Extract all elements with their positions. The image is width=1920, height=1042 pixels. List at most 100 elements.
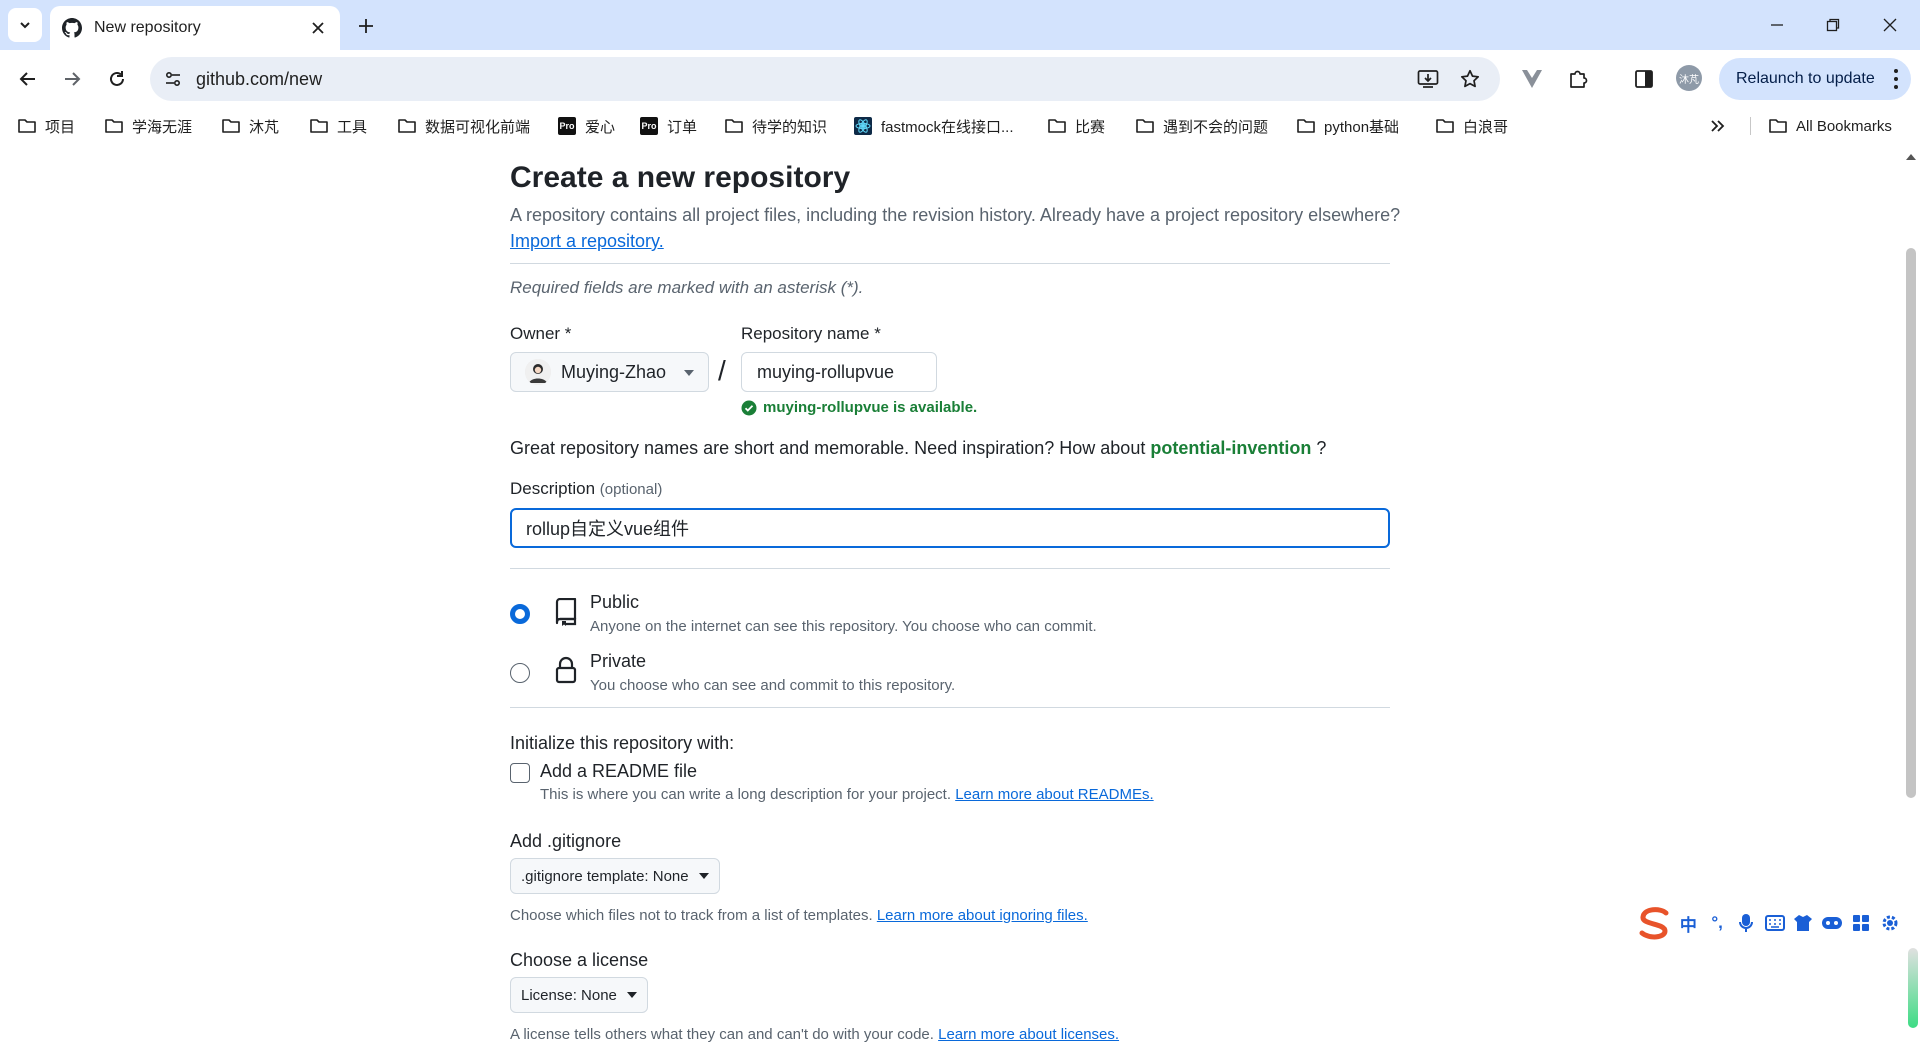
restore-button[interactable] — [1816, 10, 1850, 40]
keyboard-icon[interactable] — [1760, 909, 1789, 937]
relaunch-label: Relaunch to update — [1736, 70, 1875, 87]
tab-search-button[interactable] — [8, 8, 42, 42]
bookmark-item[interactable]: fastmock在线接口... — [854, 115, 1014, 137]
plus-icon — [359, 19, 373, 33]
reload-icon — [110, 71, 124, 86]
bookmark-item[interactable]: 学海无涯 — [105, 115, 192, 137]
bookmark-item[interactable]: 项目 — [18, 115, 75, 137]
extensions-button[interactable] — [1564, 64, 1594, 94]
license-select-value: License: None — [521, 986, 617, 1004]
close-icon — [312, 22, 324, 34]
private-title[interactable]: Private — [590, 651, 646, 672]
sogou-logo-icon[interactable] — [1636, 904, 1674, 942]
learn-more-licenses-link[interactable]: Learn more about licenses. — [938, 1026, 1119, 1042]
browser-toolbar: github.com/new 沐芃 Relaunch to update — [0, 50, 1920, 108]
new-tab-button[interactable] — [352, 12, 380, 40]
vue-devtools-extension[interactable] — [1517, 64, 1547, 94]
settings-icon[interactable] — [1875, 909, 1904, 937]
install-app-button[interactable] — [1414, 65, 1442, 93]
add-readme-checkbox[interactable] — [510, 763, 530, 783]
bookmark-star-button[interactable] — [1456, 65, 1484, 93]
bookmark-item[interactable]: 数据可视化前端 — [398, 115, 530, 137]
avatar-icon — [525, 359, 551, 385]
site-info-button[interactable] — [160, 66, 186, 92]
bookmarks-overflow-button[interactable] — [1710, 115, 1726, 137]
shirt-icon[interactable] — [1789, 909, 1818, 937]
reload-button[interactable] — [101, 63, 133, 95]
ime-punctuation[interactable]: °, — [1703, 909, 1732, 937]
pro-icon: Pro — [558, 117, 576, 135]
public-description: Anyone on the internet can see this repo… — [590, 618, 1097, 635]
bookmark-item[interactable]: 白浪哥 — [1436, 115, 1508, 137]
page-title: Create a new repository — [510, 161, 851, 194]
learn-more-ignoring-link[interactable]: Learn more about ignoring files. — [877, 907, 1088, 924]
owner-avatar — [525, 359, 551, 385]
address-bar[interactable]: github.com/new — [150, 57, 1500, 101]
url-text[interactable]: github.com/new — [196, 69, 322, 90]
bookmark-item[interactable]: 待学的知识 — [725, 115, 827, 137]
minimize-button[interactable] — [1760, 10, 1794, 40]
bookmark-item[interactable]: 沐芃 — [222, 115, 279, 137]
bookmark-label: 项目 — [45, 118, 76, 136]
github-logo-icon — [62, 18, 82, 38]
readme-description: This is where you can write a long descr… — [540, 786, 1154, 803]
back-button[interactable] — [12, 63, 44, 95]
bookmark-label: 数据可视化前端 — [425, 118, 531, 136]
tab-close-button[interactable] — [308, 18, 328, 38]
license-select[interactable]: License: None — [510, 977, 648, 1013]
folder-icon — [1048, 119, 1066, 133]
public-radio[interactable] — [510, 604, 530, 624]
pro-icon: Pro — [640, 117, 658, 135]
tab-new-repository[interactable]: New repository — [50, 6, 340, 50]
apps-icon[interactable] — [1847, 909, 1876, 937]
all-bookmarks-button[interactable]: All Bookmarks — [1769, 115, 1892, 137]
scroll-up-arrow-icon[interactable] — [1906, 154, 1916, 160]
arrow-left-icon — [19, 72, 35, 86]
star-icon — [1460, 69, 1480, 88]
name-inspiration: Great repository names are short and mem… — [510, 438, 1326, 459]
ime-chinese-mode[interactable]: 中 — [1674, 909, 1703, 937]
optional-tag: (optional) — [599, 481, 663, 498]
add-readme-label[interactable]: Add a README file — [540, 761, 697, 782]
bookmark-label: fastmock在线接口... — [881, 118, 1014, 136]
caret-down-icon — [698, 873, 709, 879]
public-title[interactable]: Public — [590, 592, 639, 613]
ime-level-indicator — [1908, 948, 1918, 1028]
bookmark-item[interactable]: 遇到不会的问题 — [1136, 115, 1268, 137]
repository-name-input[interactable] — [741, 352, 937, 392]
scroll-thumb[interactable] — [1906, 248, 1916, 798]
bookmark-item[interactable]: Pro 订单 — [640, 115, 697, 137]
bookmarks-divider — [1750, 117, 1751, 135]
bookmark-item[interactable]: 比赛 — [1048, 115, 1105, 137]
owner-dropdown[interactable]: Muying-Zhao — [510, 352, 709, 392]
bookmark-item[interactable]: python基础 — [1297, 115, 1399, 137]
arrow-right-icon — [65, 72, 81, 86]
profile-avatar[interactable]: 沐芃 — [1676, 65, 1702, 91]
lock-icon — [552, 655, 580, 685]
relaunch-to-update-button[interactable]: Relaunch to update — [1719, 58, 1911, 100]
import-repository-link[interactable]: Import a repository. — [510, 231, 664, 252]
fastmock-icon — [854, 117, 872, 135]
suggested-name[interactable]: potential-invention — [1150, 438, 1311, 458]
forward-button[interactable] — [56, 63, 88, 95]
bookmark-label: 待学的知识 — [752, 118, 828, 136]
folder-icon — [222, 119, 240, 133]
side-panel-button[interactable] — [1629, 64, 1659, 94]
gamepad-icon[interactable] — [1818, 909, 1847, 937]
private-radio[interactable] — [510, 663, 530, 683]
mic-icon[interactable] — [1732, 909, 1761, 937]
double-chevron-right-icon — [1711, 120, 1725, 132]
page-scrollbar[interactable] — [1902, 148, 1920, 1042]
bookmark-label: 比赛 — [1075, 118, 1106, 136]
availability-text: muying-rollupvue is available. — [763, 399, 978, 416]
bookmark-item[interactable]: Pro 爱心 — [558, 115, 615, 137]
gitignore-template-select[interactable]: .gitignore template: None — [510, 858, 720, 894]
close-window-button[interactable] — [1873, 10, 1907, 40]
folder-icon — [1436, 119, 1454, 133]
description-input[interactable] — [510, 508, 1390, 548]
bookmark-item[interactable]: 工具 — [310, 115, 367, 137]
bookmark-label: python基础 — [1324, 118, 1400, 136]
bookmark-label: 爱心 — [585, 118, 616, 136]
tab-strip: New repository — [0, 0, 1920, 50]
learn-more-readmes-link[interactable]: Learn more about READMEs. — [955, 786, 1153, 803]
